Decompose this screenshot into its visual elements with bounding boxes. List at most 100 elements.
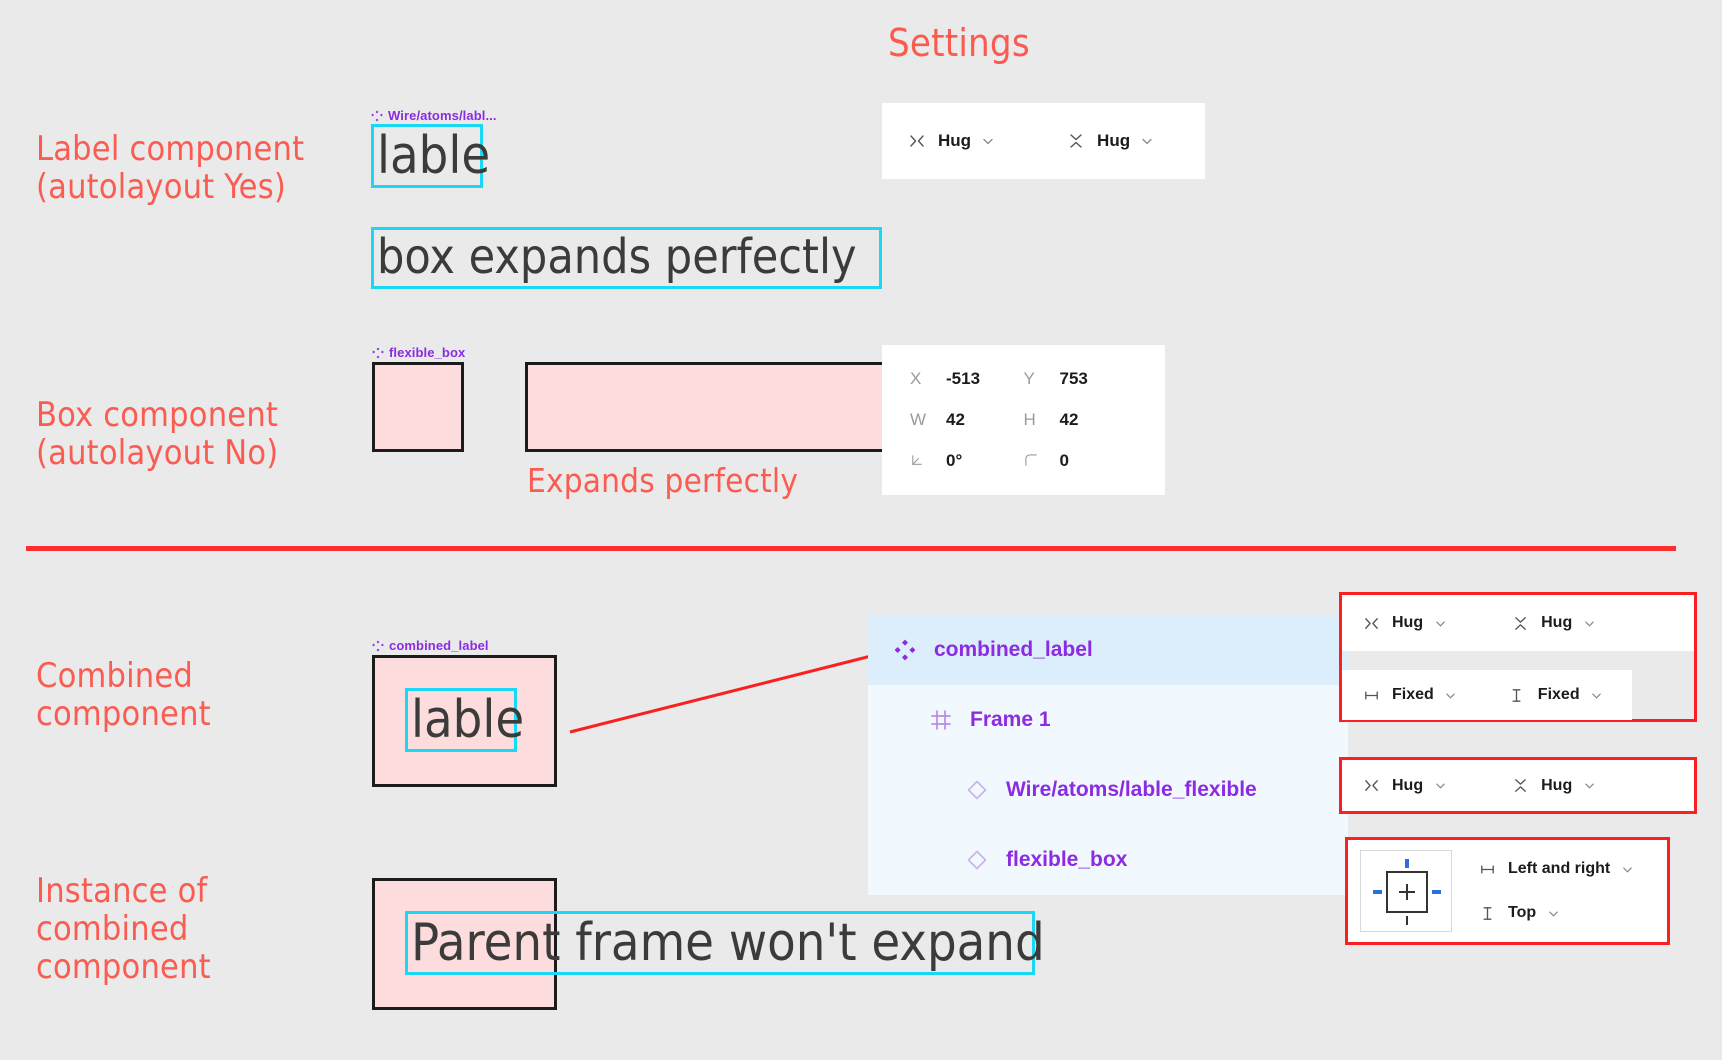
layer-name: Wire/atoms/lable_flexible <box>1006 778 1257 801</box>
chevron-down-icon[interactable] <box>1433 779 1447 793</box>
height-value: 42 <box>1059 409 1079 429</box>
chevron-down-icon[interactable] <box>1140 134 1154 148</box>
constraints-widget-icon <box>1373 859 1441 925</box>
fixed-height-value: Fixed <box>1537 686 1580 703</box>
box-component-annotation: Box component (autolayout No) <box>36 395 279 474</box>
layer-name: combined_label <box>934 638 1093 661</box>
horizontal-resizing-control[interactable]: Hug <box>1360 775 1447 797</box>
component-badge-text: Wire/atoms/labl... <box>388 108 497 123</box>
y-value: 753 <box>1059 369 1088 389</box>
horizontal-resizing-value: Hug <box>1392 776 1424 794</box>
combined-component-annotation: Combined component <box>36 656 211 735</box>
combined-sizing-row-1: Hug Hug <box>1342 595 1694 651</box>
fixed-width-value: Fixed <box>1392 686 1434 703</box>
layer-row-wire-atoms-lable-flexible[interactable]: Wire/atoms/lable_flexible <box>868 755 1348 825</box>
x-value: -513 <box>946 369 981 389</box>
corner-radius-value: 0 <box>1059 450 1069 470</box>
settings-title: Settings <box>888 21 1030 65</box>
box-transform-panel: X -513 Y 753 W 42 H 42 0° 0 <box>882 345 1165 495</box>
label-sizing-panel: Hug Hug <box>882 103 1205 179</box>
chevron-down-icon[interactable] <box>1444 688 1458 702</box>
horizontal-constraint-control[interactable]: Left and right <box>1476 858 1634 880</box>
resize-horizontal-icon <box>1360 775 1382 797</box>
chevron-down-icon[interactable] <box>1582 616 1596 630</box>
rotation-icon <box>910 453 928 468</box>
layer-row-frame-1[interactable]: Frame 1 <box>868 685 1348 755</box>
flexible-box-small[interactable] <box>372 362 464 452</box>
figma-canvas: Settings Label component (autolayout Yes… <box>0 0 1722 1060</box>
resize-horizontal-icon <box>906 130 928 152</box>
callout-connector <box>569 650 888 734</box>
layer-name: Frame 1 <box>970 708 1051 731</box>
corner-radius-icon <box>1024 453 1042 468</box>
layer-row-flexible-box[interactable]: flexible_box <box>868 825 1348 895</box>
vertical-resizing-control[interactable]: Hug <box>1509 612 1596 634</box>
instance-icon <box>964 847 990 873</box>
instance-icon <box>964 777 990 803</box>
fixed-height-icon <box>1506 684 1528 706</box>
combined-sizing-row-2: Fixed Fixed <box>1342 670 1632 720</box>
flexible-box-wide[interactable] <box>525 362 886 452</box>
vertical-constraint-value: Top <box>1508 904 1537 921</box>
h-field[interactable]: H 42 <box>1024 400 1138 441</box>
instance-component-annotation: Instance of combined component <box>36 871 211 988</box>
fixed-height-control[interactable]: Fixed <box>1506 684 1604 706</box>
horizontal-resizing-control[interactable]: Hug <box>1360 612 1447 634</box>
fixed-width-control[interactable]: Fixed <box>1360 684 1458 706</box>
y-position-icon: Y <box>1023 369 1035 389</box>
instance-sizing-panel: Hug Hug <box>1342 760 1694 811</box>
component-icon <box>371 110 383 122</box>
x-field[interactable]: X -513 <box>910 359 1024 400</box>
component-badge-label[interactable]: Wire/atoms/labl... <box>371 108 497 123</box>
label-component-annotation: Label component (autolayout Yes) <box>36 129 305 208</box>
component-icon <box>892 637 918 663</box>
height-icon: H <box>1023 409 1036 429</box>
fixed-height-icon <box>1476 902 1498 924</box>
label-text-small: lable <box>377 126 491 186</box>
component-badge-combined[interactable]: combined_label <box>372 638 489 653</box>
corner-radius-field[interactable]: 0 <box>1024 440 1138 481</box>
vertical-resizing-control[interactable]: Hug <box>1509 775 1596 797</box>
combined-inner-text: lable <box>411 690 525 750</box>
horizontal-resizing-value: Hug <box>1392 614 1424 631</box>
width-value: 42 <box>946 409 965 429</box>
resize-vertical-icon <box>1509 775 1531 797</box>
x-position-icon: X <box>910 369 922 389</box>
component-icon <box>372 640 384 652</box>
chevron-down-icon[interactable] <box>1620 862 1634 876</box>
frame-icon <box>928 707 954 733</box>
fixed-width-icon <box>1360 684 1382 706</box>
horizontal-constraint-value: Left and right <box>1508 860 1611 877</box>
horizontal-resizing-value: Hug <box>938 131 972 150</box>
resize-vertical-icon <box>1065 130 1087 152</box>
constraints-panel: Left and right Top <box>1348 840 1667 942</box>
y-field[interactable]: Y 753 <box>1024 359 1138 400</box>
layer-row-combined-label[interactable]: combined_label <box>868 615 1348 685</box>
vertical-resizing-value: Hug <box>1097 131 1131 150</box>
rotation-field[interactable]: 0° <box>910 440 1024 481</box>
chevron-down-icon[interactable] <box>981 134 995 148</box>
width-icon: W <box>910 409 927 429</box>
component-icon <box>372 347 384 359</box>
layers-panel: combined_label Frame 1 Wire/atoms/lable_… <box>868 615 1348 895</box>
chevron-down-icon[interactable] <box>1582 779 1596 793</box>
expands-perfectly-caption: Expands perfectly <box>527 461 799 500</box>
chevron-down-icon[interactable] <box>1546 906 1560 920</box>
resize-horizontal-icon <box>1360 612 1382 634</box>
constraints-widget[interactable] <box>1360 850 1452 932</box>
chevron-down-icon[interactable] <box>1433 616 1447 630</box>
w-field[interactable]: W 42 <box>910 400 1024 441</box>
vertical-resizing-control[interactable]: Hug <box>1065 130 1154 152</box>
vertical-resizing-value: Hug <box>1541 614 1573 631</box>
vertical-resizing-value: Hug <box>1541 776 1573 794</box>
horizontal-resizing-control[interactable]: Hug <box>906 130 995 152</box>
fixed-width-icon <box>1476 858 1498 880</box>
vertical-constraint-control[interactable]: Top <box>1476 902 1634 924</box>
component-badge-box[interactable]: flexible_box <box>372 345 465 360</box>
instance-overflow-text: Parent frame won't expand <box>411 913 1045 973</box>
layer-name: flexible_box <box>1006 848 1128 871</box>
rotation-value: 0° <box>946 450 963 470</box>
chevron-down-icon[interactable] <box>1590 688 1604 702</box>
section-divider <box>26 546 1676 551</box>
label-text-wide: box expands perfectly <box>377 229 857 285</box>
